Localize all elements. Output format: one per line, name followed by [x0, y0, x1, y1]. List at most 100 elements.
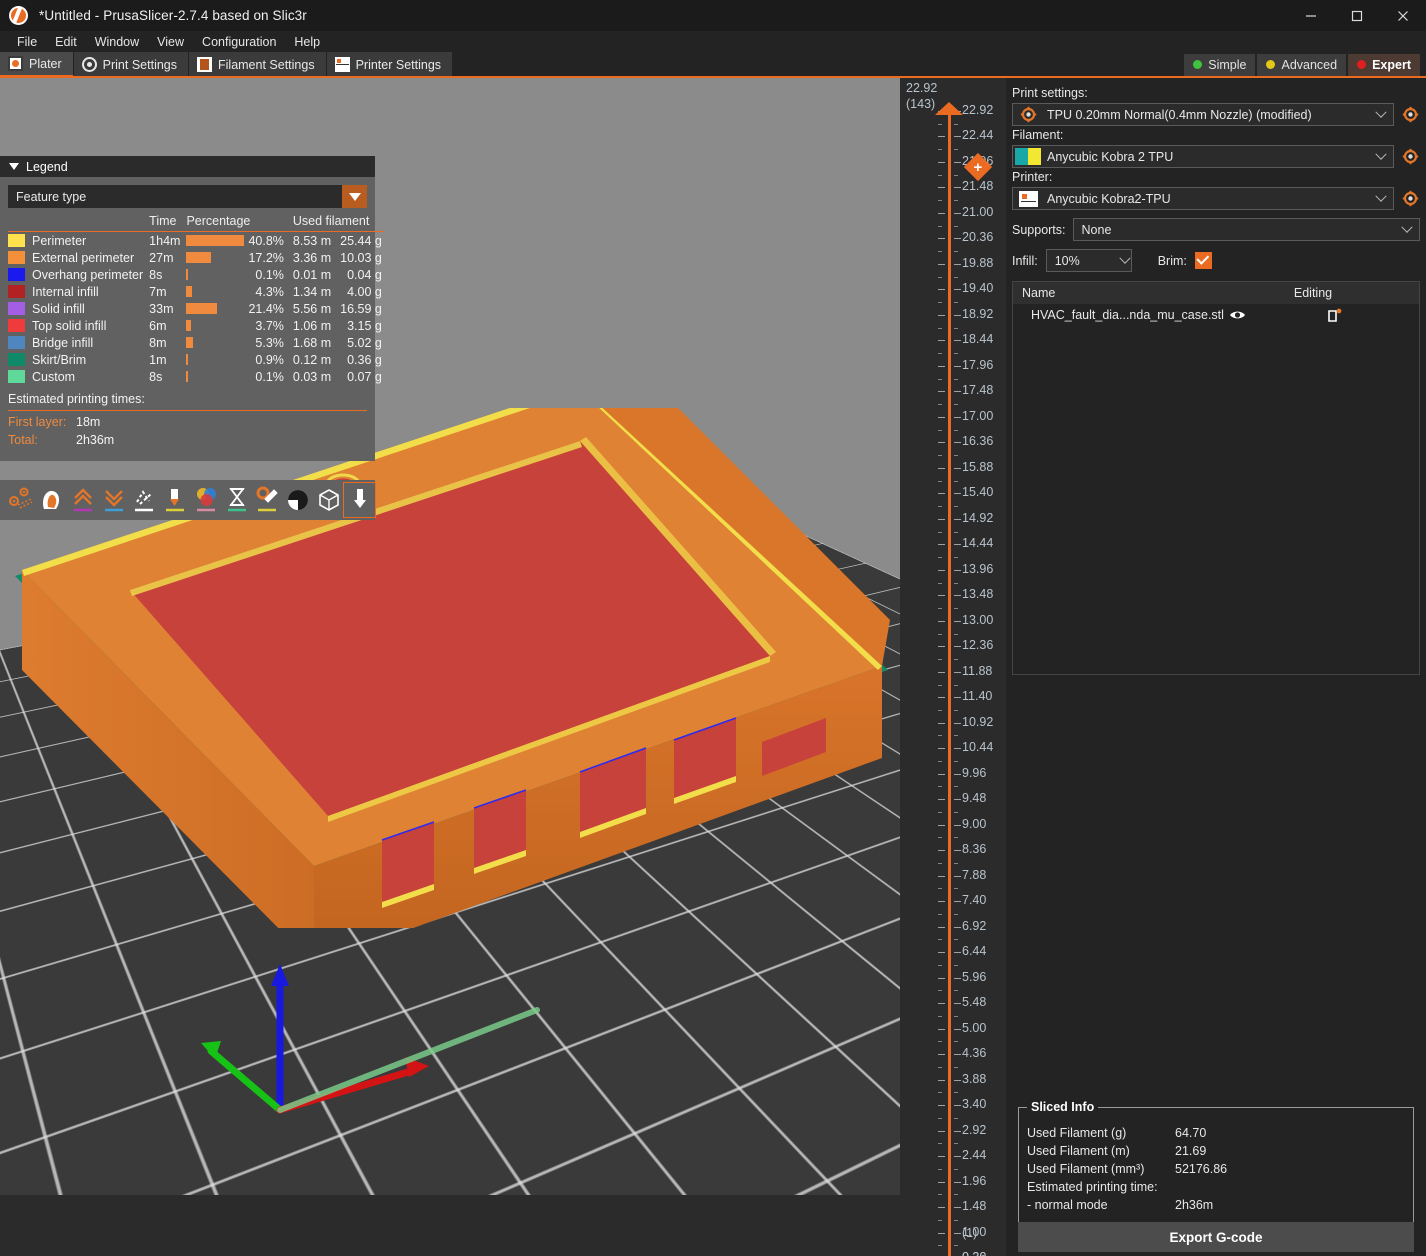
menu-edit[interactable]: Edit — [46, 33, 86, 51]
used-filament-mm3-value: 52176.86 — [1175, 1162, 1227, 1176]
layer-tick-mark — [938, 850, 945, 851]
view-type-combo[interactable]: Feature type — [8, 185, 367, 208]
title-bar: *Untitled - PrusaSlicer-2.7.4 based on S… — [0, 0, 1426, 31]
layer-tick-mark — [954, 391, 961, 392]
view-type-chevron-down-icon[interactable] — [342, 185, 367, 208]
print-settings-edit-gear-icon[interactable] — [1400, 105, 1420, 125]
nozzle-down-icon[interactable] — [160, 483, 191, 517]
color-change-up-icon[interactable] — [68, 483, 99, 517]
feature-length: 0.01 m — [284, 266, 331, 283]
infill-combo[interactable]: 10% — [1046, 249, 1132, 272]
brim-label: Brim: — [1158, 254, 1187, 268]
move-slider[interactable]: 86080 86261 — [0, 1195, 900, 1256]
legend-header-row: Time Percentage Used filament — [8, 213, 384, 232]
feature-weight: 0.04 g — [331, 266, 384, 283]
layer-slider[interactable]: 22.92 (143) 22.9222.4421.9621.4821.0020.… — [900, 78, 1006, 1256]
tab-filament-settings[interactable]: Filament Settings — [189, 52, 327, 77]
custom-gcode-icon[interactable] — [252, 483, 283, 517]
layer-tick-label: 3.40 — [962, 1097, 986, 1111]
feature-length: 8.53 m — [284, 232, 331, 250]
export-gcode-button[interactable]: Export G-code — [1018, 1222, 1414, 1252]
print-settings-preset-combo[interactable]: TPU 0.20mm Normal(0.4mm Nozzle) (modifie… — [1012, 103, 1394, 126]
mode-expert-button[interactable]: Expert — [1348, 54, 1420, 76]
tab-print-settings[interactable]: Print Settings — [74, 52, 189, 77]
feature-weight: 0.36 g — [331, 351, 384, 368]
table-row[interactable]: Overhang perimeter 8s 0.1% 0.01 m 0.04 g — [8, 266, 384, 283]
layer-slider-upper-handle[interactable] — [935, 102, 963, 115]
layer-tick-mark — [938, 825, 945, 826]
layer-tick-mark — [954, 544, 961, 545]
filament-edit-gear-icon[interactable] — [1400, 147, 1420, 167]
layer-tick-label: 5.96 — [962, 970, 986, 984]
layer-minor-tick — [938, 659, 942, 660]
table-row[interactable]: Skirt/Brim 1m 0.9% 0.12 m 0.36 g — [8, 351, 384, 368]
tab-plater[interactable]: Plater — [0, 52, 74, 77]
close-button[interactable] — [1380, 0, 1426, 31]
supports-chevron-down-icon[interactable] — [1397, 226, 1417, 234]
layer-minor-tick — [938, 1169, 942, 1170]
time-estimate-icon[interactable] — [221, 483, 252, 517]
window-controls — [1288, 0, 1426, 31]
printer-chevron-down-icon[interactable] — [1371, 195, 1391, 203]
minimize-button[interactable] — [1288, 0, 1334, 31]
3d-viewport[interactable]: Legend Feature type Time Percentage Used… — [0, 78, 900, 1195]
menu-file[interactable]: File — [8, 33, 46, 51]
table-row[interactable]: Solid infill 33m 21.4% 5.56 m 16.59 g — [8, 300, 384, 317]
layer-minor-tick — [938, 608, 942, 609]
layer-tick-mark — [938, 544, 945, 545]
table-row[interactable]: Custom 8s 0.1% 0.03 m 0.07 g — [8, 368, 384, 385]
menu-window[interactable]: Window — [86, 33, 148, 51]
table-row[interactable]: Perimeter 1h4m 40.8% 8.53 m 25.44 g — [8, 232, 384, 250]
menu-view[interactable]: View — [148, 33, 193, 51]
wireframe-cube-icon[interactable] — [314, 483, 345, 517]
layer-tick-label: 1.48 — [962, 1199, 986, 1213]
swatch-custom — [8, 370, 25, 383]
edit-icon[interactable] — [1251, 308, 1419, 323]
color-print-icon[interactable] — [191, 483, 222, 517]
table-row[interactable]: Top solid infill 6m 3.7% 1.06 m 3.15 g — [8, 317, 384, 334]
layer-minor-tick — [938, 1194, 942, 1195]
print-settings-chevron-down-icon[interactable] — [1371, 111, 1391, 119]
printer-preset-combo[interactable]: Anycubic Kobra2-TPU — [1012, 187, 1394, 210]
layer-slider-ticks: 22.9222.4421.9621.4821.0020.3619.8819.40… — [900, 78, 1006, 1256]
seams-icon[interactable] — [6, 483, 37, 517]
filament-chevron-down-icon[interactable] — [1371, 153, 1391, 161]
layer-minor-tick — [938, 735, 942, 736]
list-item[interactable]: HVAC_fault_dia...nda_mu_case.stl — [1013, 304, 1419, 326]
layer-tick-mark — [938, 187, 945, 188]
menu-configuration[interactable]: Configuration — [193, 33, 285, 51]
layer-tick-label: 7.40 — [962, 893, 986, 907]
legend-toggle-icon[interactable] — [344, 483, 375, 517]
supports-combo[interactable]: None — [1073, 218, 1420, 241]
legend-header[interactable]: Legend — [0, 156, 375, 177]
table-row[interactable]: Bridge infill 8m 5.3% 1.68 m 5.02 g — [8, 334, 384, 351]
layer-minor-tick — [954, 353, 958, 354]
brim-checkbox[interactable] — [1195, 252, 1212, 269]
layers-down-icon[interactable] — [98, 483, 129, 517]
layer-tick-label: 20.36 — [962, 230, 993, 244]
table-row[interactable]: External perimeter 27m 17.2% 3.36 m 10.0… — [8, 249, 384, 266]
eye-icon[interactable] — [1224, 309, 1251, 321]
menu-help[interactable]: Help — [285, 33, 329, 51]
mode-advanced-button[interactable]: Advanced — [1257, 54, 1346, 76]
maximize-button[interactable] — [1334, 0, 1380, 31]
table-row[interactable]: Internal infill 7m 4.3% 1.34 m 4.00 g — [8, 283, 384, 300]
layer-tick-mark — [938, 519, 945, 520]
layer-minor-tick — [954, 302, 958, 303]
filament-preset-combo[interactable]: Anycubic Kobra 2 TPU — [1012, 145, 1394, 168]
layer-minor-tick — [938, 888, 942, 889]
layer-tick-mark — [938, 621, 945, 622]
shells-icon[interactable] — [283, 483, 314, 517]
feature-percentage: 0.1% — [244, 368, 283, 385]
feature-name: External perimeter — [25, 249, 143, 266]
retractions-icon[interactable] — [37, 483, 68, 517]
feature-bar — [180, 368, 244, 385]
printer-edit-gear-icon[interactable] — [1400, 189, 1420, 209]
infill-chevron-down-icon[interactable] — [1121, 257, 1129, 265]
travel-moves-icon[interactable] — [129, 483, 160, 517]
tab-printer-settings[interactable]: Printer Settings — [327, 52, 453, 77]
feature-time: 8s — [143, 368, 180, 385]
layer-tick-label: 6.44 — [962, 944, 986, 958]
layer-minor-tick — [954, 379, 958, 380]
mode-simple-button[interactable]: Simple — [1184, 54, 1255, 76]
